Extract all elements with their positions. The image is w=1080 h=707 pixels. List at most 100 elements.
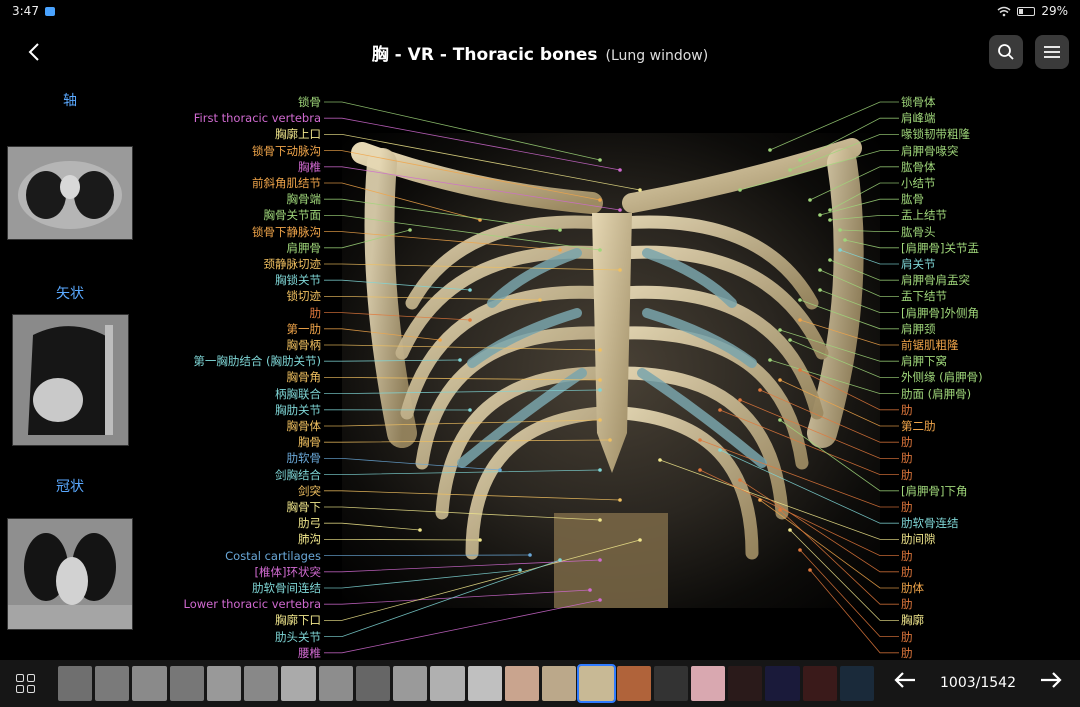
annotation-label-right-7[interactable]: 盂上结节 xyxy=(901,207,947,223)
annotation-label-left-27[interactable]: 肺沟 xyxy=(298,531,321,547)
annotation-label-left-7[interactable]: 胸骨关节面 xyxy=(264,207,322,223)
annotation-label-left-23[interactable]: 剑胸结合 xyxy=(275,467,321,483)
annotation-label-left-30[interactable]: 肋软骨间连结 xyxy=(252,580,321,596)
annotation-label-left-14[interactable]: 第一肋 xyxy=(287,321,322,337)
annotation-label-left-5[interactable]: 前斜角肌结节 xyxy=(252,175,321,191)
annotation-label-right-10[interactable]: 肩关节 xyxy=(901,256,936,272)
series-thumbnail[interactable] xyxy=(355,666,391,701)
annotation-label-left-6[interactable]: 胸骨端 xyxy=(287,191,322,207)
annotation-label-left-34[interactable]: 腰椎 xyxy=(298,645,321,661)
annotation-label-left-10[interactable]: 颈静脉切迹 xyxy=(264,256,322,272)
annotation-label-right-9[interactable]: [肩胛骨]关节盂 xyxy=(901,240,979,256)
series-thumbnail[interactable] xyxy=(318,666,353,701)
annotation-label-right-27[interactable]: 肋间隙 xyxy=(901,531,936,547)
annotation-label-right-2[interactable]: 喙锁韧带粗隆 xyxy=(901,126,970,142)
series-thumbnail[interactable] xyxy=(616,666,651,701)
annotation-label-left-24[interactable]: 剑突 xyxy=(298,483,321,499)
annotation-label-left-22[interactable]: 肋软骨 xyxy=(287,450,322,466)
series-thumbnail[interactable] xyxy=(839,666,875,701)
series-thumbnail[interactable] xyxy=(206,666,242,701)
annotation-label-right-13[interactable]: [肩胛骨]外侧角 xyxy=(901,305,979,321)
annotation-label-left-4[interactable]: 胸椎 xyxy=(298,159,321,175)
annotation-label-right-14[interactable]: 肩胛颈 xyxy=(901,321,936,337)
series-thumbnail-strip[interactable] xyxy=(58,664,875,703)
annotation-label-right-21[interactable]: 肋 xyxy=(901,434,913,450)
annotation-label-right-25[interactable]: 肋 xyxy=(901,499,913,515)
series-thumbnail[interactable] xyxy=(58,666,93,701)
series-thumbnail[interactable] xyxy=(690,666,726,701)
series-thumbnail[interactable] xyxy=(542,666,577,701)
menu-button[interactable] xyxy=(1035,35,1069,69)
annotation-label-right-18[interactable]: 肋面 (肩胛骨) xyxy=(901,386,971,402)
series-thumbnail[interactable] xyxy=(244,666,279,701)
coronal-view-thumbnail[interactable] xyxy=(7,518,133,630)
annotation-label-left-29[interactable]: [椎体]环状突 xyxy=(255,564,321,580)
annotation-label-right-1[interactable]: 肩峰端 xyxy=(901,110,936,126)
series-thumbnail[interactable] xyxy=(765,666,800,701)
series-thumbnail[interactable] xyxy=(169,666,204,701)
annotation-label-right-19[interactable]: 肋 xyxy=(901,402,913,418)
series-thumbnail[interactable] xyxy=(653,666,688,701)
annotation-label-right-11[interactable]: 肩胛骨肩盂突 xyxy=(901,272,970,288)
annotation-label-right-6[interactable]: 肱骨 xyxy=(901,191,924,207)
annotation-label-right-0[interactable]: 锁骨体 xyxy=(901,94,936,110)
annotation-label-right-20[interactable]: 第二肋 xyxy=(901,418,936,434)
annotation-label-left-11[interactable]: 胸锁关节 xyxy=(275,272,321,288)
annotation-label-left-15[interactable]: 胸骨柄 xyxy=(287,337,322,353)
annotation-label-right-17[interactable]: 外侧缘 (肩胛骨) xyxy=(901,369,983,385)
annotation-label-right-8[interactable]: 肱骨头 xyxy=(901,224,936,240)
series-thumbnail[interactable] xyxy=(802,666,837,701)
axial-view-thumbnail[interactable] xyxy=(7,146,133,240)
annotation-label-right-34[interactable]: 肋 xyxy=(901,645,913,661)
annotation-label-left-25[interactable]: 胸骨下 xyxy=(287,499,322,515)
sagittal-view-thumbnail[interactable] xyxy=(12,314,129,446)
annotation-label-right-28[interactable]: 肋 xyxy=(901,548,913,564)
annotation-label-left-19[interactable]: 胸肋关节 xyxy=(275,402,321,418)
series-thumbnail[interactable] xyxy=(95,666,130,701)
annotation-label-left-20[interactable]: 胸骨体 xyxy=(287,418,322,434)
series-thumbnail[interactable] xyxy=(504,666,540,701)
annotation-label-right-30[interactable]: 肋体 xyxy=(901,580,924,596)
annotation-label-left-2[interactable]: 胸廓上口 xyxy=(275,126,321,142)
series-thumbnail[interactable] xyxy=(728,666,763,701)
coronal-view-label[interactable]: 冠状 xyxy=(50,476,90,496)
annotation-label-right-29[interactable]: 肋 xyxy=(901,564,913,580)
annotation-label-left-8[interactable]: 锁骨下静脉沟 xyxy=(252,224,321,240)
annotation-label-left-0[interactable]: 锁骨 xyxy=(298,94,321,110)
search-button[interactable] xyxy=(989,35,1023,69)
annotation-label-left-3[interactable]: 锁骨下动脉沟 xyxy=(252,143,321,159)
thoracic-bones-3d-render[interactable] xyxy=(342,133,880,608)
series-thumbnail[interactable] xyxy=(577,664,616,703)
annotation-label-left-31[interactable]: Lower thoracic vertebra xyxy=(184,596,321,612)
annotation-label-left-17[interactable]: 胸骨角 xyxy=(287,369,322,385)
series-thumbnail[interactable] xyxy=(430,666,465,701)
annotation-label-left-9[interactable]: 肩胛骨 xyxy=(287,240,322,256)
series-thumbnail[interactable] xyxy=(393,666,428,701)
annotation-label-left-13[interactable]: 肋 xyxy=(310,305,322,321)
annotation-label-right-22[interactable]: 肋 xyxy=(901,450,913,466)
annotation-label-right-15[interactable]: 前锯肌粗隆 xyxy=(901,337,959,353)
annotation-label-right-5[interactable]: 小结节 xyxy=(901,175,936,191)
annotation-label-right-23[interactable]: 肋 xyxy=(901,467,913,483)
annotation-label-left-26[interactable]: 肋弓 xyxy=(298,515,321,531)
annotation-label-left-18[interactable]: 柄胸联合 xyxy=(275,386,321,402)
annotation-label-right-33[interactable]: 肋 xyxy=(901,629,913,645)
annotation-label-right-26[interactable]: 肋软骨连结 xyxy=(901,515,959,531)
sagittal-view-label[interactable]: 矢状 xyxy=(50,283,90,303)
annotation-label-left-21[interactable]: 胸骨 xyxy=(298,434,321,450)
series-thumbnail[interactable] xyxy=(467,666,502,701)
annotation-label-right-3[interactable]: 肩胛骨喙突 xyxy=(901,143,959,159)
annotation-label-right-24[interactable]: [肩胛骨]下角 xyxy=(901,483,967,499)
annotation-label-right-4[interactable]: 肱骨体 xyxy=(901,159,936,175)
annotation-label-left-12[interactable]: 锁切迹 xyxy=(287,288,322,304)
annotation-label-right-16[interactable]: 肩胛下窝 xyxy=(901,353,947,369)
annotation-label-left-33[interactable]: 肋头关节 xyxy=(275,629,321,645)
annotation-label-right-31[interactable]: 肋 xyxy=(901,596,913,612)
next-image-button[interactable] xyxy=(1036,670,1066,696)
annotation-label-left-28[interactable]: Costal cartilages xyxy=(225,548,321,564)
series-thumbnail[interactable] xyxy=(281,666,316,701)
annotation-label-right-32[interactable]: 胸廓 xyxy=(901,612,924,628)
annotation-label-right-12[interactable]: 盂下结节 xyxy=(901,288,947,304)
annotation-label-left-32[interactable]: 胸廓下口 xyxy=(275,612,321,628)
axial-view-label[interactable]: 轴 xyxy=(50,90,90,110)
